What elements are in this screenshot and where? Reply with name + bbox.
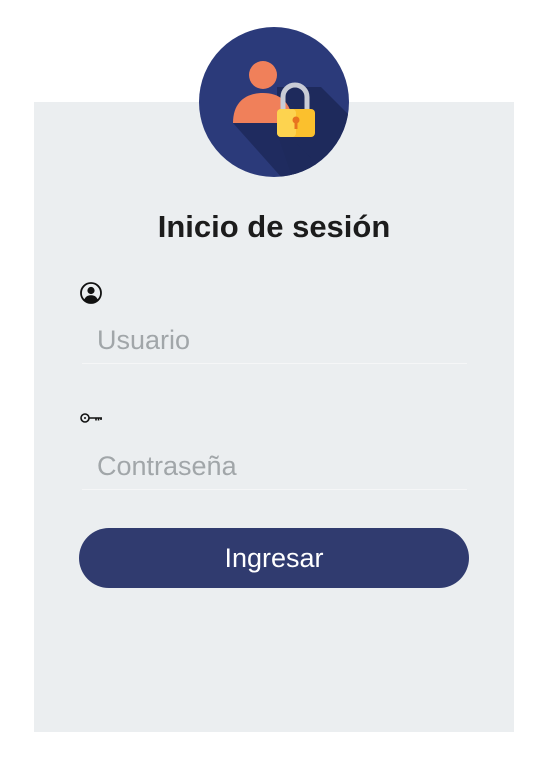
login-button[interactable]: Ingresar	[79, 528, 469, 588]
user-circle-icon	[79, 281, 103, 305]
page-title: Inicio de sesión	[157, 209, 391, 244]
login-card	[34, 102, 514, 732]
login-page: Inicio de sesión Ingresar	[0, 0, 542, 775]
user-lock-icon	[199, 27, 349, 177]
key-icon	[79, 406, 103, 430]
password-input[interactable]	[82, 444, 467, 490]
username-input[interactable]	[82, 318, 467, 364]
